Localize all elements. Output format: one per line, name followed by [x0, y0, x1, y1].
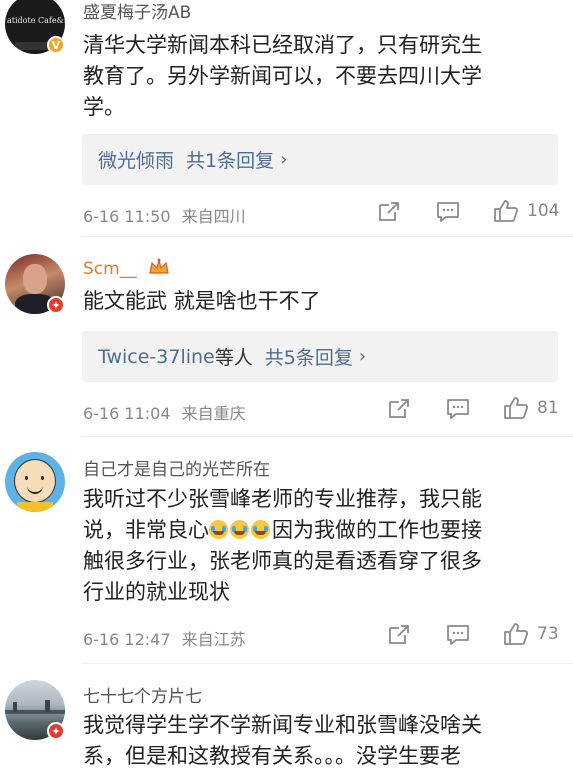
- share-button[interactable]: [387, 397, 411, 419]
- chevron-right-icon: ›: [280, 149, 288, 170]
- avatar[interactable]: ✦: [5, 254, 65, 314]
- like-count: 73: [537, 624, 559, 644]
- comment-text: 能文能武 就是啥也干不了: [83, 289, 321, 313]
- username[interactable]: 盛夏梅子汤AB: [83, 0, 191, 23]
- comment-text: 清华大学新闻本科已经取消了，只有研究生 教育了。另外学新闻可以，不要去四川大学 …: [83, 30, 563, 123]
- comment-button[interactable]: [436, 201, 460, 223]
- comment-text-line: 说，非常良心 因为我做的工作也要接: [83, 515, 563, 546]
- like-button[interactable]: 73: [503, 622, 559, 646]
- divider: [82, 663, 573, 664]
- avatar[interactable]: [5, 452, 65, 512]
- comment-text-line: 教育了。另外学新闻可以，不要去四川大学: [83, 64, 482, 88]
- verified-badge-icon: V: [47, 36, 65, 54]
- comment-text-segment: 因为我做的工作也要接: [272, 518, 482, 542]
- comment-text: 我觉得学生学不学新闻专业和张雪峰没啥关 系，但是和这教授有关系。。。没学生要老: [83, 710, 563, 772]
- comment-text-segment: 说，非常良心: [83, 518, 209, 542]
- avatar-sign-text: atidote Cafe&Ba: [7, 16, 65, 25]
- like-button[interactable]: 81: [503, 396, 559, 420]
- comment-text-line: 触很多行业，张老师真的是看透看穿了很多: [83, 549, 482, 573]
- reply-author[interactable]: Twice-37line: [98, 346, 215, 368]
- crying-laugh-emoji: [251, 520, 270, 539]
- verified-badge-icon: ✦: [47, 722, 65, 740]
- comment-text: 我听过不少张雪峰老师的专业推荐，我只能 说，非常良心 因为我做的工作也要接 触很多…: [83, 484, 563, 608]
- share-button[interactable]: [377, 200, 401, 222]
- comment-icon: [447, 399, 469, 419]
- comment-button[interactable]: [446, 624, 470, 646]
- crying-laugh-emoji: [209, 520, 228, 539]
- comment-text-line: 我听过不少张雪峰老师的专业推荐，我只能: [83, 487, 482, 511]
- crown-icon: [148, 258, 170, 276]
- reply-summary[interactable]: Twice-37line 等人 共5条回复 ›: [82, 331, 558, 382]
- divider: [82, 436, 573, 437]
- share-icon: [389, 625, 409, 644]
- location: 来自四川: [181, 207, 246, 226]
- like-count: 104: [527, 201, 560, 221]
- like-button[interactable]: 104: [493, 199, 559, 223]
- username[interactable]: 自己才是自己的光芒所在: [83, 455, 270, 480]
- username-text: Scm__: [83, 259, 137, 279]
- verified-badge-icon: ✦: [47, 296, 65, 314]
- comment-button[interactable]: [446, 398, 470, 420]
- comment-text-line: 我觉得学生学不学新闻专业和张雪峰没啥关: [83, 713, 482, 737]
- comment-meta: 6-16 12:47 来自江苏: [83, 626, 246, 650]
- timestamp: 6-16 12:47: [83, 630, 171, 649]
- location: 来自江苏: [181, 630, 246, 649]
- like-icon: [494, 200, 519, 222]
- location: 来自重庆: [181, 404, 246, 423]
- share-button[interactable]: [387, 623, 411, 645]
- comment-icon: [437, 202, 459, 222]
- comment-text-line: 学。: [83, 95, 125, 119]
- reply-author-suffix: 等人: [214, 347, 253, 369]
- divider: [82, 236, 573, 237]
- avatar[interactable]: ✦: [5, 680, 65, 740]
- reply-author[interactable]: 微光倾雨: [98, 146, 174, 173]
- comment-meta: 6-16 11:50 来自四川: [83, 203, 246, 227]
- comment-icon: [447, 625, 469, 645]
- username[interactable]: Scm__: [83, 258, 170, 279]
- username[interactable]: 七十七个方片七: [83, 682, 202, 707]
- like-icon: [504, 397, 529, 419]
- comment-meta: 6-16 11:04 来自重庆: [83, 400, 246, 424]
- comment-text-line: 系，但是和这教授有关系。。。没学生要老: [83, 744, 461, 768]
- like-icon: [504, 623, 529, 645]
- chevron-right-icon: ›: [358, 346, 367, 367]
- reply-count[interactable]: 共1条回复: [186, 146, 274, 173]
- comment-text-line: 行业的就业现状: [83, 580, 230, 604]
- share-icon: [389, 399, 409, 418]
- reply-count[interactable]: 共5条回复: [265, 343, 353, 370]
- timestamp: 6-16 11:50: [83, 207, 171, 226]
- share-icon: [379, 202, 399, 221]
- like-count: 81: [537, 398, 559, 418]
- comment-text-line: 清华大学新闻本科已经取消了，只有研究生: [83, 33, 482, 57]
- avatar[interactable]: atidote Cafe&Ba V: [5, 0, 65, 54]
- reply-summary[interactable]: 微光倾雨 共1条回复 ›: [82, 134, 558, 185]
- timestamp: 6-16 11:04: [83, 404, 171, 423]
- crying-laugh-emoji: [230, 520, 249, 539]
